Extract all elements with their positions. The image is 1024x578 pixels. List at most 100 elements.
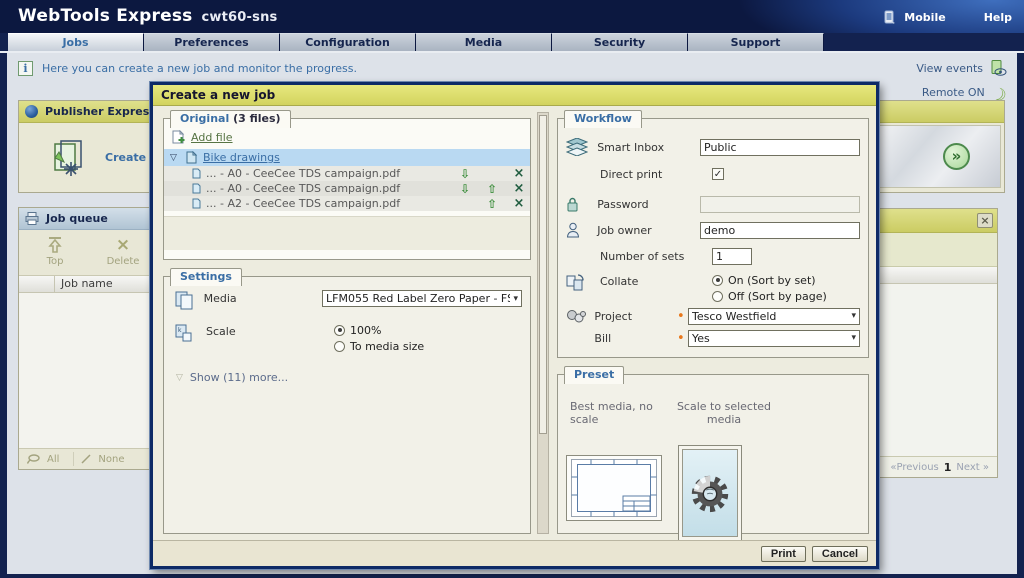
original-tab[interactable]: Original (3 files) — [170, 110, 291, 128]
current-page-number: 1 — [944, 461, 952, 474]
remove-file-icon[interactable]: × — [508, 181, 530, 196]
select-all-link[interactable]: All — [47, 454, 59, 465]
direct-print-checkbox[interactable]: ✓ — [712, 168, 724, 180]
tab-jobs[interactable]: Jobs — [8, 33, 144, 51]
top-bar: WebTools Expresscwt60-sns Mobile Help — [0, 0, 1024, 33]
previous-page-link[interactable]: «Previous — [890, 462, 938, 473]
file-row[interactable]: ... - A0 - CeeCee TDS campaign.pdf ⇩ × — [164, 166, 530, 181]
collate-on-label: On (Sort by set) — [728, 274, 816, 287]
tab-configuration[interactable]: Configuration — [280, 33, 416, 51]
media-label: Media — [204, 290, 322, 305]
main-tab-bar: Jobs Preferences Configuration Media Sec… — [8, 33, 824, 51]
mobile-icon — [883, 10, 896, 25]
top-button[interactable]: Top — [29, 234, 81, 275]
settings-section: Settings Media LFM055 Red Label Zero Pap… — [163, 276, 531, 534]
next-page-link[interactable]: Next » — [956, 462, 989, 473]
file-row[interactable]: ... - A0 - CeeCee TDS campaign.pdf ⇩ ⇧ × — [164, 181, 530, 196]
gear-image — [687, 470, 733, 516]
preset-option-2-thumbnail-selected[interactable] — [678, 445, 742, 541]
delete-icon: × — [97, 234, 149, 256]
media-select[interactable]: LFM055 Red Label Zero Paper - FSC A0 (84… — [322, 290, 522, 307]
tab-media[interactable]: Media — [416, 33, 552, 51]
chevron-down-icon: ▾ — [851, 311, 856, 321]
number-of-sets-input[interactable] — [712, 248, 752, 265]
document-icon — [192, 198, 201, 209]
show-more-label: Show (11) more... — [190, 371, 288, 384]
select-none-link[interactable]: None — [98, 454, 124, 465]
show-more-link[interactable]: ▽ Show (11) more... — [176, 371, 530, 384]
scrollbar-thumb[interactable] — [539, 115, 547, 434]
original-tab-label: Original — [180, 112, 229, 125]
collapse-triangle-icon[interactable]: ▽ — [170, 153, 180, 163]
workflow-tab[interactable]: Workflow — [564, 110, 642, 128]
original-section: Original (3 files) Add file ▽ Bike drawi… — [163, 118, 531, 260]
scale-icon: k — [174, 323, 206, 343]
scale-option-100-label: 100% — [350, 324, 381, 337]
file-group-name[interactable]: Bike drawings — [203, 151, 280, 164]
radio-icon[interactable] — [712, 275, 723, 286]
mobile-link[interactable]: Mobile — [904, 11, 945, 24]
radio-icon[interactable] — [712, 291, 723, 302]
password-input[interactable] — [700, 196, 860, 213]
smart-inbox-input[interactable] — [700, 139, 860, 156]
collate-off-option[interactable]: Off (Sort by page) — [712, 289, 827, 303]
job-owner-icon — [566, 222, 597, 238]
select-none-icon — [80, 453, 92, 465]
job-queue-title: Job queue — [46, 212, 108, 225]
tab-support[interactable]: Support — [688, 33, 824, 51]
radio-icon[interactable] — [334, 341, 345, 352]
close-icon[interactable]: × — [977, 213, 993, 228]
collate-off-label: Off (Sort by page) — [728, 290, 827, 303]
delete-button-label: Delete — [97, 256, 149, 267]
scale-option-100[interactable]: 100% — [334, 323, 424, 337]
required-indicator: • — [677, 331, 688, 346]
next-arrow-button[interactable]: » — [943, 143, 970, 170]
dialog-scrollbar[interactable] — [537, 112, 549, 534]
preset-tab[interactable]: Preset — [564, 366, 624, 384]
chevron-down-icon: ▾ — [851, 333, 856, 343]
original-file-count: (3 files) — [233, 112, 280, 125]
move-down-icon[interactable]: ⇩ — [454, 182, 476, 196]
file-row[interactable]: ... - A2 - CeeCee TDS campaign.pdf ⇧ × — [164, 196, 530, 211]
remove-file-icon[interactable]: × — [508, 196, 530, 211]
remove-file-icon[interactable]: × — [508, 166, 530, 181]
scale-option-to-media[interactable]: To media size — [334, 339, 424, 353]
delete-button[interactable]: × Delete — [97, 234, 149, 275]
view-events-link[interactable]: View events — [916, 56, 1007, 80]
move-down-icon[interactable]: ⇩ — [454, 167, 476, 181]
svg-text:k: k — [178, 327, 182, 334]
collate-on-option[interactable]: On (Sort by set) — [712, 273, 827, 287]
scale-label: Scale — [206, 323, 334, 338]
print-button[interactable]: Print — [761, 546, 806, 562]
file-name: ... - A0 - CeeCee TDS campaign.pdf — [206, 182, 449, 195]
move-up-icon[interactable]: ⇧ — [481, 197, 503, 211]
job-owner-input[interactable] — [700, 222, 860, 239]
collate-label: Collate — [600, 273, 712, 288]
preset-option-1-thumbnail[interactable] — [566, 455, 662, 521]
tab-security[interactable]: Security — [552, 33, 688, 51]
move-top-icon — [29, 234, 81, 256]
add-file-link[interactable]: Add file — [191, 131, 233, 144]
radio-icon[interactable] — [334, 325, 345, 336]
application-window: WebTools Expresscwt60-sns Mobile Help Jo… — [0, 0, 1024, 578]
create-job-dialog: Create a new job Original (3 files) Add … — [150, 82, 879, 569]
smart-inbox-label: Smart Inbox — [597, 141, 700, 154]
settings-tab[interactable]: Settings — [170, 268, 242, 286]
project-select[interactable]: Tesco Westfield ▾ — [688, 308, 860, 325]
select-all-icon — [27, 454, 41, 464]
move-up-icon[interactable]: ⇧ — [481, 182, 503, 196]
project-icon — [566, 308, 594, 324]
direct-print-label: Direct print — [600, 168, 712, 181]
help-link[interactable]: Help — [984, 11, 1012, 24]
app-title-text: WebTools Express — [18, 6, 193, 26]
job-queue-select-column — [19, 276, 55, 292]
publisher-preview-image: » — [877, 125, 1001, 188]
info-message: Here you can create a new job and monito… — [42, 62, 357, 75]
expand-triangle-icon: ▽ — [176, 373, 183, 383]
file-group-row[interactable]: ▽ Bike drawings — [164, 149, 530, 166]
media-select-value: LFM055 Red Label Zero Paper - FSC A0 (84… — [326, 292, 510, 305]
tab-preferences[interactable]: Preferences — [144, 33, 280, 51]
preset-option-1-label: Best media, no scale — [570, 400, 680, 426]
cancel-button[interactable]: Cancel — [812, 546, 868, 562]
bill-select[interactable]: Yes ▾ — [688, 330, 860, 347]
